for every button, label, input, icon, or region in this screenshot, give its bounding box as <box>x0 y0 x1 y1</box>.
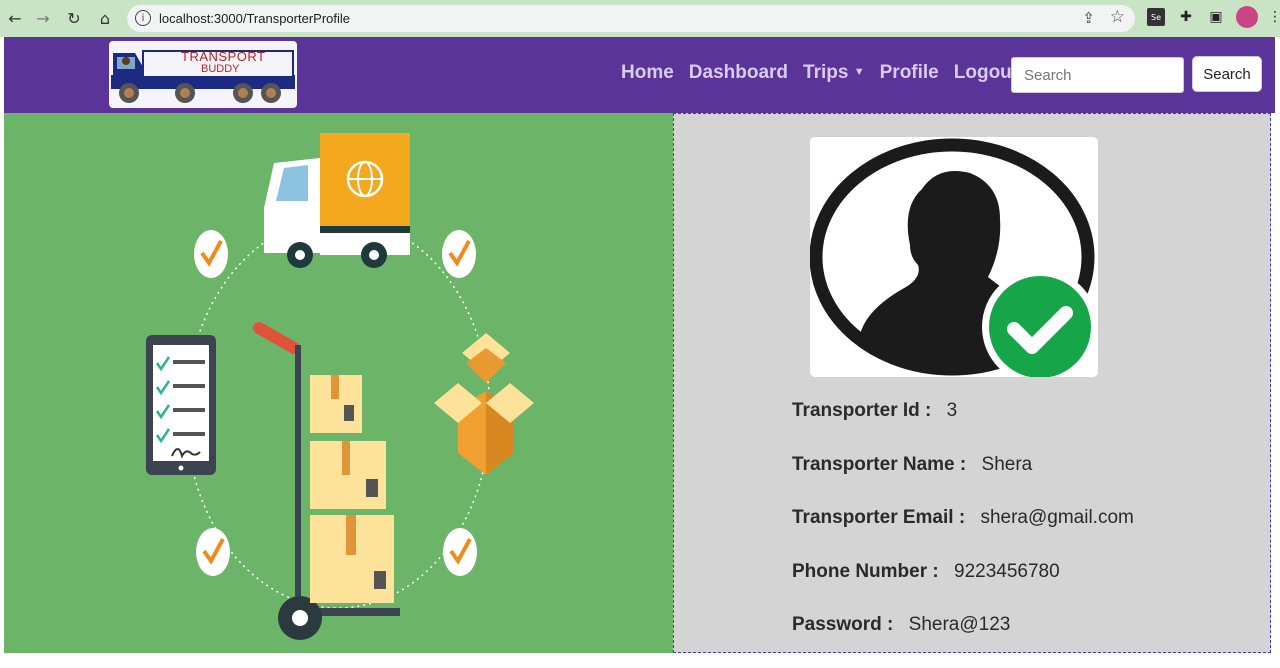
transporter-email-value: shera@gmail.com <box>980 507 1134 528</box>
check-badge-icon <box>443 528 477 576</box>
nav-profile-link[interactable]: Profile <box>880 62 939 84</box>
share-icon[interactable]: ⇪ <box>1082 9 1095 27</box>
transporter-id-value: 3 <box>946 400 958 421</box>
side-panel-icon[interactable]: ▣ <box>1207 8 1225 26</box>
transporter-name-value: Shera <box>981 453 1033 475</box>
checklist-tablet-icon <box>146 335 216 475</box>
nav-trips-label[interactable]: Trips <box>803 62 848 83</box>
extensions-puzzle-icon[interactable]: ✚ <box>1177 8 1195 26</box>
nav-home-link[interactable]: Home <box>621 62 674 84</box>
check-badge-icon <box>196 528 230 576</box>
selenium-extension-icon[interactable]: Se <box>1147 8 1165 26</box>
logistics-illustration <box>4 113 673 653</box>
open-box-icon <box>434 333 534 475</box>
forward-arrow-icon[interactable]: → <box>32 7 54 29</box>
top-navbar: TRANSPORT BUDDY Home Dashboard Trips ▼ P… <box>4 37 1275 113</box>
nav-trips-dropdown[interactable]: Trips ▼ <box>803 62 865 84</box>
transport-buddy-logo[interactable]: TRANSPORT BUDDY <box>109 41 297 108</box>
search-input[interactable] <box>1011 57 1184 93</box>
transporter-id-label: Transporter Id : <box>792 400 932 421</box>
logistics-illustration-graphic <box>146 133 534 640</box>
nav-logout-link[interactable]: Logout <box>954 62 1018 84</box>
phone-number-row: Phone Number : 9223456780 <box>792 561 1134 615</box>
search-button[interactable]: Search <box>1192 56 1262 92</box>
browser-toolbar: ← → ↻ ⌂ i localhost:3000/TransporterProf… <box>0 0 1280 37</box>
bookmark-star-icon[interactable]: ☆ <box>1110 7 1125 27</box>
password-label: Password : <box>792 614 894 635</box>
delivery-truck-icon <box>264 133 410 268</box>
back-arrow-icon[interactable]: ← <box>4 7 26 29</box>
check-badge-icon <box>194 230 228 278</box>
hand-truck-boxes-icon <box>253 322 400 640</box>
verified-user-icon <box>810 138 1098 377</box>
nav-links: Home Dashboard Trips ▼ Profile Logout <box>621 62 1033 84</box>
url-text[interactable]: localhost:3000/TransporterProfile <box>159 11 350 26</box>
phone-number-label: Phone Number : <box>792 560 939 582</box>
address-bar[interactable]: i localhost:3000/TransporterProfile ⇪ ☆ <box>127 5 1135 32</box>
caret-down-icon[interactable]: ▼ <box>854 66 865 78</box>
nav-dashboard-link[interactable]: Dashboard <box>689 62 788 84</box>
password-row: Password : Shera@123 <box>792 614 1134 668</box>
profile-avatar-icon[interactable] <box>1236 6 1258 28</box>
logo-text-transport: TRANSPORT <box>181 49 266 64</box>
transporter-id-row: Transporter Id : 3 <box>792 400 1134 454</box>
check-badge-icon <box>442 230 476 278</box>
phone-number-value: 9223456780 <box>954 560 1060 582</box>
reload-icon[interactable]: ↻ <box>63 7 85 29</box>
transporter-name-row: Transporter Name : Shera <box>792 454 1134 508</box>
kebab-menu-icon[interactable]: ⋮ <box>1266 8 1280 26</box>
profile-details: Transporter Id : 3 Transporter Name : Sh… <box>792 400 1134 668</box>
logo-text-buddy: BUDDY <box>201 63 240 75</box>
profile-panel: Transporter Id : 3 Transporter Name : Sh… <box>673 113 1271 653</box>
transporter-email-label: Transporter Email : <box>792 507 966 528</box>
password-value: Shera@123 <box>908 614 1011 635</box>
transporter-name-label: Transporter Name : <box>792 453 967 475</box>
transporter-email-row: Transporter Email : shera@gmail.com <box>792 507 1134 561</box>
profile-avatar <box>810 137 1098 377</box>
home-icon[interactable]: ⌂ <box>94 7 116 29</box>
info-icon[interactable]: i <box>135 10 151 26</box>
